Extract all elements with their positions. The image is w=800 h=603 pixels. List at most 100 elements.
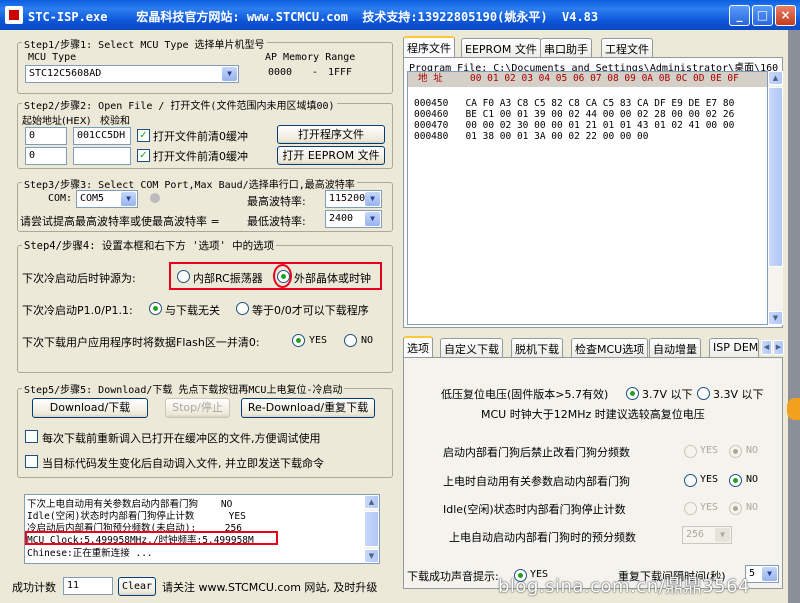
hex-scrollbar[interactable]: ▲ ▼ xyxy=(768,71,783,325)
tab-scroll-right-icon[interactable]: ▶ xyxy=(773,340,784,355)
wdt-change-yes-label: YES xyxy=(700,445,719,456)
minimize-button[interactable]: _ xyxy=(729,5,750,26)
hex-view[interactable]: 地 址 00 01 02 03 04 05 06 07 08 09 0A 0B … xyxy=(407,71,768,325)
start-addr-input-1[interactable]: 0 xyxy=(25,127,67,145)
tab-options[interactable]: 选项 xyxy=(403,336,433,358)
scroll-up-icon[interactable]: ▲ xyxy=(768,71,783,85)
flash-clear-yes-radio[interactable] xyxy=(292,334,305,347)
start-addr-label: 起始地址(HEX) xyxy=(22,116,91,127)
tab-project-file[interactable]: 工程文件 xyxy=(601,38,653,58)
clock-log-highlight xyxy=(25,531,278,545)
hex-row: 000470 00 00 02 30 00 00 01 21 01 01 43 … xyxy=(414,120,735,131)
ap-start: 0000 xyxy=(268,67,293,78)
gear-icon xyxy=(150,193,160,203)
baud-hint: 请尝试提高最高波特率或使最高波特率 = xyxy=(20,215,220,228)
log-scrollbar[interactable]: ▲ ▼ xyxy=(364,495,379,563)
sound-label: 下载成功声音提示: xyxy=(407,570,499,583)
scroll-thumb[interactable] xyxy=(364,511,379,547)
p10-zero-radio[interactable] xyxy=(236,302,249,315)
scroll-down-icon[interactable]: ▼ xyxy=(768,311,783,325)
wdt-auto-label: 上电时自动用有关参数启动内部看门狗 xyxy=(443,475,630,488)
download-button[interactable]: Download/下载 xyxy=(32,398,148,418)
scroll-thumb[interactable] xyxy=(768,87,783,267)
min-baud-select[interactable]: 2400 ▼ xyxy=(325,210,382,228)
tab-scroll-left-icon[interactable]: ◀ xyxy=(761,340,772,355)
mcu-type-label: MCU Type xyxy=(28,52,77,63)
mcu-type-select[interactable]: STC12C5608AD ▼ xyxy=(25,65,239,83)
ap-dash: - xyxy=(312,67,319,78)
com-label: COM: xyxy=(48,193,73,204)
checksum-field-2 xyxy=(73,147,131,165)
lvr-37v-radio[interactable] xyxy=(626,387,639,400)
flash-clear-no-radio[interactable] xyxy=(344,334,357,347)
step5-title: Step5/步骤5: Download/下载 先点下载按钮再MCU上电复位-冷启… xyxy=(22,381,345,396)
p10-label: 下次冷启动P1.0/P1.1: xyxy=(22,304,133,317)
background-window-edge xyxy=(788,30,800,603)
idle-yes-label: YES xyxy=(700,502,719,513)
scroll-up-icon[interactable]: ▲ xyxy=(364,495,379,509)
prescale-value: 256 xyxy=(686,529,705,540)
stop-button[interactable]: Stop/停止 xyxy=(165,398,230,418)
watermark: blog.sina.com.cn/鼎鼎3564 xyxy=(498,576,750,597)
tab-custom-download[interactable]: 自定义下载 xyxy=(440,338,503,358)
max-baud-select[interactable]: 115200 ▼ xyxy=(325,190,382,208)
clock-source-label: 下次冷启动后时钟源为: xyxy=(22,272,136,285)
log-line: Chinese:正在重新连接 ... xyxy=(27,548,153,559)
title-bar: STC-ISP.exe 宏晶科技官方网站: www.STCMCU.com 技术支… xyxy=(0,0,800,30)
wdt-change-no-radio[interactable] xyxy=(729,445,742,458)
clock-external-crystal-radio[interactable] xyxy=(277,270,290,283)
lvr-label: 低压复位电压(固件版本>5.7有效) xyxy=(441,388,609,401)
redownload-button[interactable]: Re-Download/重复下载 xyxy=(241,398,375,418)
site-text: 请关注 www.STCMCU.com 网站, 及时升级 xyxy=(162,581,378,594)
clear-button[interactable]: Clear xyxy=(118,577,156,596)
chevron-down-icon: ▼ xyxy=(715,528,730,542)
log-box[interactable]: 下次上电自动用有关参数启动内部看门狗 NO Idle(空闲)状态时内部看门狗停止… xyxy=(24,494,380,564)
com-port-select[interactable]: COM5 ▼ xyxy=(76,190,138,208)
reload-before-download-checkbox[interactable] xyxy=(25,430,38,443)
wdt-auto-yes-radio[interactable] xyxy=(684,474,697,487)
mcu-type-value: STC12C5608AD xyxy=(29,68,102,79)
scroll-down-icon[interactable]: ▼ xyxy=(364,549,379,563)
tab-isp-demo[interactable]: ISP DEMO xyxy=(709,338,759,358)
min-baud-label: 最低波特率: xyxy=(247,215,306,228)
clear-buffer-checkbox-1[interactable]: ✓ xyxy=(137,129,150,142)
flash-clear-yes-label: YES xyxy=(309,335,328,346)
open-eeprom-file-button[interactable]: 打开 EEPROM 文件 xyxy=(277,146,385,165)
wdt-change-yes-radio[interactable] xyxy=(684,445,697,458)
close-button[interactable]: × xyxy=(775,5,796,26)
lvr-hint: MCU 时钟大于12MHz 时建议选较高复位电压 xyxy=(481,408,705,421)
success-count-label: 成功计数 xyxy=(12,581,56,594)
reload-before-download-label: 每次下载前重新调入已打开在缓冲区的文件,方便调试使用 xyxy=(42,432,321,445)
chevron-down-icon: ▼ xyxy=(222,67,237,81)
chevron-down-icon: ▼ xyxy=(365,192,380,206)
start-addr-input-2[interactable]: 0 xyxy=(25,147,67,165)
clear-buffer-label-2: 打开文件前清0缓冲 xyxy=(153,150,248,163)
window-title: STC-ISP.exe 宏晶科技官方网站: www.STCMCU.com 技术支… xyxy=(28,10,599,24)
idle-no-label: NO xyxy=(746,502,759,513)
checksum-label: 校验和 xyxy=(100,116,130,127)
tab-program-file[interactable]: 程序文件 xyxy=(403,36,455,58)
idle-no-radio[interactable] xyxy=(729,502,742,515)
open-program-file-button[interactable]: 打开程序文件 xyxy=(277,125,385,144)
tab-check-mcu-options[interactable]: 检查MCU选项 xyxy=(571,338,649,358)
p10-independent-label: 与下载无关 xyxy=(165,304,220,317)
tab-offline-download[interactable]: 脱机下载 xyxy=(511,338,563,358)
tab-eeprom-file[interactable]: EEPROM 文件 xyxy=(461,38,541,58)
ap-end: 1FFF xyxy=(328,67,353,78)
maximize-button[interactable]: □ xyxy=(752,5,773,26)
com-port-value: COM5 xyxy=(80,193,105,204)
interval-select[interactable]: 5 ▼ xyxy=(745,565,779,583)
auto-reload-checkbox[interactable] xyxy=(25,455,38,468)
clear-buffer-label-1: 打开文件前清0缓冲 xyxy=(153,130,248,143)
tab-serial-helper[interactable]: 串口助手 xyxy=(540,38,592,58)
prescale-select[interactable]: 256 ▼ xyxy=(682,526,732,544)
wdt-auto-no-radio[interactable] xyxy=(729,474,742,487)
options-panel: 低压复位电压(固件版本>5.7有效) 3.7V 以下 3.3V 以下 MCU 时… xyxy=(403,357,783,589)
side-widget-icon[interactable] xyxy=(787,398,800,420)
clock-internal-rc-radio[interactable] xyxy=(177,270,190,283)
idle-yes-radio[interactable] xyxy=(684,502,697,515)
clear-buffer-checkbox-2[interactable]: ✓ xyxy=(137,149,150,162)
tab-auto-increment[interactable]: 自动增量 xyxy=(649,338,701,358)
lvr-33v-radio[interactable] xyxy=(697,387,710,400)
p10-independent-radio[interactable] xyxy=(149,302,162,315)
